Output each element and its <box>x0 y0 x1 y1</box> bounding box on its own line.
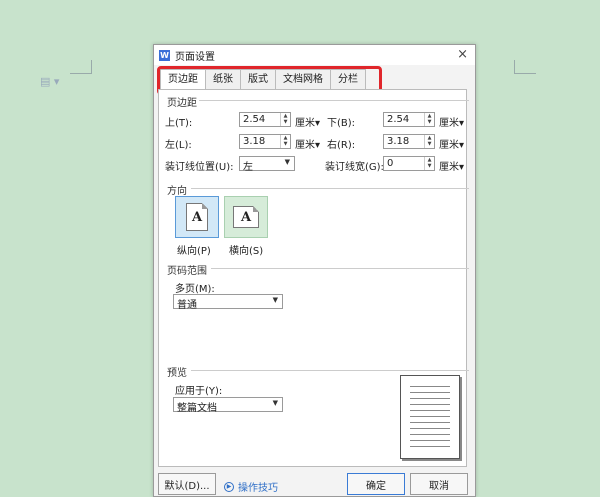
bottom-margin-label: 下(B): <box>327 118 356 129</box>
right-margin-unit[interactable]: 厘米▾ <box>439 136 464 151</box>
gutter-position-select[interactable]: 左 ▼ <box>239 156 295 173</box>
margins-panel: 页边距 上(T): 2.54 ▲ ▼ 厘米▾ 下(B): 2.54 ▲ ▼ 厘米▾ … <box>158 89 469 467</box>
bottom-margin-field[interactable]: 2.54 ▲ ▼ <box>383 112 435 127</box>
default-button[interactable]: 默认(D)... <box>158 473 216 495</box>
wps-writer-icon: W <box>159 49 170 61</box>
chevron-down-icon: ▼ <box>284 158 290 166</box>
gutter-position-label: 装订线位置(U): <box>165 162 234 173</box>
preview-section-label: 预览 <box>167 364 469 379</box>
left-margin-unit[interactable]: 厘米▾ <box>295 136 320 151</box>
top-margin-unit[interactable]: 厘米▾ <box>295 114 320 129</box>
dialog-title: 页面设置 <box>175 51 215 63</box>
spinner-arrows-icon[interactable]: ▲ ▼ <box>280 135 290 148</box>
left-margin-label: 左(L): <box>165 140 192 151</box>
gutter-width-field[interactable]: 0 ▲ ▼ <box>383 156 435 171</box>
portrait-button[interactable]: A <box>175 196 219 238</box>
orientation-section-label: 方向 <box>167 182 469 197</box>
margins-section-label: 页边距 <box>167 94 469 109</box>
play-icon: ▶ <box>224 481 234 492</box>
top-margin-label: 上(T): <box>165 118 193 129</box>
dialog-titlebar: W 页面设置 × <box>154 45 475 65</box>
top-margin-field[interactable]: 2.54 ▲ ▼ <box>239 112 291 127</box>
ok-button[interactable]: 确定 <box>347 473 405 495</box>
landscape-page-icon: A <box>233 206 259 228</box>
portrait-label[interactable]: 纵向(P) <box>177 242 211 257</box>
tips-link[interactable]: ▶ 操作技巧 <box>224 479 278 494</box>
right-margin-field[interactable]: 3.18 ▲ ▼ <box>383 134 435 149</box>
multiple-pages-select[interactable]: 普通 ▼ <box>173 294 283 311</box>
landscape-button[interactable]: A <box>224 196 268 238</box>
portrait-page-icon: A <box>186 203 208 231</box>
crop-mark-right <box>514 60 536 74</box>
chevron-down-icon: ▼ <box>272 399 278 407</box>
left-margin-field[interactable]: 3.18 ▲ ▼ <box>239 134 291 149</box>
cancel-button[interactable]: 取消 <box>410 473 468 495</box>
crop-mark-left <box>70 60 92 74</box>
spinner-arrows-icon[interactable]: ▲ ▼ <box>280 113 290 126</box>
landscape-label[interactable]: 横向(S) <box>229 242 263 257</box>
apply-to-label: 应用于(Y): <box>175 386 223 397</box>
apply-to-select[interactable]: 整篇文档 ▼ <box>173 397 283 414</box>
tab-columns[interactable]: 分栏 <box>330 69 366 89</box>
bottom-margin-unit[interactable]: 厘米▾ <box>439 114 464 129</box>
multiple-pages-label: 多页(M): <box>175 284 215 295</box>
tab-paper[interactable]: 纸张 <box>205 69 241 89</box>
right-margin-label: 右(R): <box>327 140 356 151</box>
tab-bar: 页边距 纸张 版式 文档网格 分栏 <box>160 69 366 90</box>
tab-document-grid[interactable]: 文档网格 <box>275 69 331 89</box>
close-icon[interactable]: × <box>457 47 468 62</box>
preview-page-thumbnail <box>400 375 460 459</box>
spinner-arrows-icon[interactable]: ▲ ▼ <box>424 135 434 148</box>
document-icon: ▤ ▾ <box>40 75 60 88</box>
tab-margins[interactable]: 页边距 <box>160 69 206 90</box>
gutter-width-label: 装订线宽(G): <box>325 162 384 173</box>
page-range-section-label: 页码范围 <box>167 262 469 277</box>
chevron-down-icon: ▼ <box>272 296 278 304</box>
spinner-arrows-icon[interactable]: ▲ ▼ <box>424 157 434 170</box>
spinner-arrows-icon[interactable]: ▲ ▼ <box>424 113 434 126</box>
gutter-width-unit[interactable]: 厘米▾ <box>439 158 464 173</box>
page-setup-dialog: W 页面设置 × 页边距 纸张 版式 文档网格 分栏 页边距 上(T): 2.5… <box>153 44 476 497</box>
tab-layout[interactable]: 版式 <box>240 69 276 89</box>
